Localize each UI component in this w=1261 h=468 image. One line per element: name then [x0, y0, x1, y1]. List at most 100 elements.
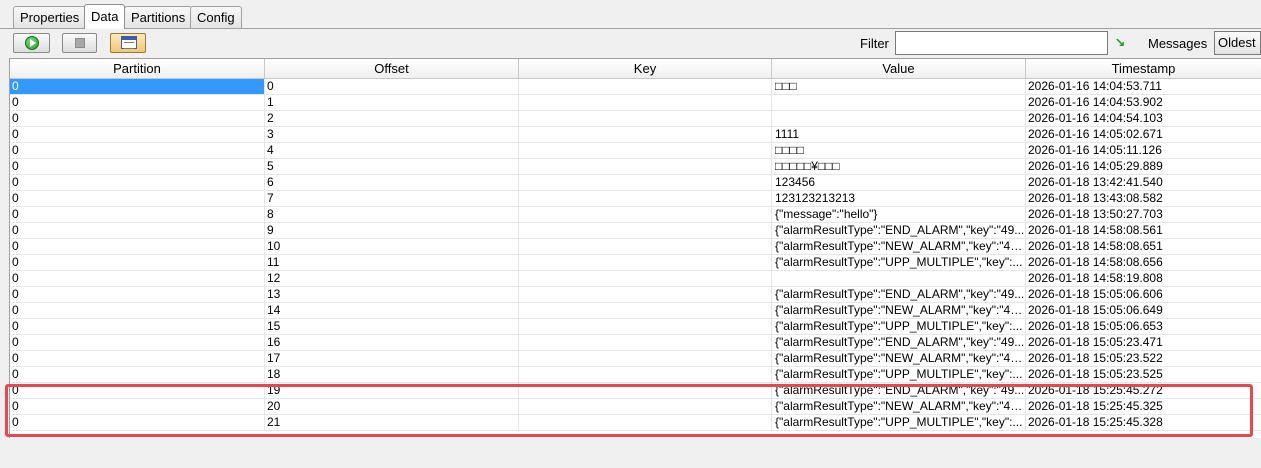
column-header-key[interactable]: Key — [519, 59, 772, 79]
cell-partition: 0 — [10, 223, 265, 239]
table-row[interactable]: 0 6 123456 2026-01-18 13:42:41.540 — [10, 175, 1261, 191]
tab-properties[interactable]: Properties — [13, 6, 87, 28]
table-row[interactable]: 0 16 {"alarmResultType":"END_ALARM","key":… — [10, 335, 1261, 351]
table-row[interactable]: 0 15 {"alarmResultType":"UPP_MULTIPLE","ke… — [10, 319, 1261, 335]
cell-partition: 0 — [10, 111, 265, 127]
cell-key — [519, 335, 772, 351]
cell-offset: 12 — [265, 271, 519, 287]
cell-offset: 21 — [265, 415, 519, 431]
column-header-timestamp[interactable]: Timestamp — [1026, 59, 1261, 79]
cell-offset: 1 — [265, 95, 519, 111]
cell-key — [519, 175, 772, 191]
cell-value — [772, 95, 1026, 111]
cell-partition: 0 — [10, 415, 265, 431]
stop-button[interactable] — [62, 33, 97, 53]
cell-key — [519, 319, 772, 335]
cell-key — [519, 143, 772, 159]
play-icon — [25, 36, 39, 50]
cell-timestamp: 2026-01-18 15:05:23.471 — [1026, 335, 1261, 351]
table-row[interactable]: 0 18 {"alarmResultType":"UPP_MULTIPLE","ke… — [10, 367, 1261, 383]
table-row[interactable]: 0 20 {"alarmResultType":"NEW_ALARM","key":… — [10, 399, 1261, 415]
cell-partition: 0 — [10, 127, 265, 143]
cell-timestamp: 2026-01-16 14:04:53.711 — [1026, 79, 1261, 95]
cell-key — [519, 255, 772, 271]
cell-offset: 2 — [265, 111, 519, 127]
table-row[interactable]: 0 12 2026-01-18 14:58:19.808 — [10, 271, 1261, 287]
tab-bar: Properties Data Partitions Config — [0, 0, 1261, 29]
cell-offset: 18 — [265, 367, 519, 383]
column-header-value[interactable]: Value — [772, 59, 1026, 79]
table-row[interactable]: 0 7 123123213213 2026-01-18 13:43:08.582 — [10, 191, 1261, 207]
cell-offset: 6 — [265, 175, 519, 191]
cell-offset: 14 — [265, 303, 519, 319]
cell-offset: 19 — [265, 383, 519, 399]
cell-partition: 0 — [10, 207, 265, 223]
cell-timestamp: 2026-01-16 14:05:02.671 — [1026, 127, 1261, 143]
table-row[interactable]: 0 4 □□□□ 2026-01-16 14:05:11.126 — [10, 143, 1261, 159]
cell-offset: 11 — [265, 255, 519, 271]
cell-offset: 7 — [265, 191, 519, 207]
table-row[interactable]: 0 13 {"alarmResultType":"END_ALARM","key":… — [10, 287, 1261, 303]
cell-value: {"alarmResultType":"END_ALARM","key":"49… — [772, 223, 1026, 239]
cell-timestamp: 2026-01-18 15:05:06.653 — [1026, 319, 1261, 335]
cell-key — [519, 223, 772, 239]
table-row[interactable]: 0 11 {"alarmResultType":"UPP_MULTIPLE","ke… — [10, 255, 1261, 271]
cell-value: {"alarmResultType":"NEW_ALARM","key":"49… — [772, 239, 1026, 255]
cell-partition: 0 — [10, 383, 265, 399]
cell-partition: 0 — [10, 255, 265, 271]
table-row[interactable]: 0 17 {"alarmResultType":"NEW_ALARM","key":… — [10, 351, 1261, 367]
cell-offset: 5 — [265, 159, 519, 175]
cell-timestamp: 2026-01-18 15:05:06.649 — [1026, 303, 1261, 319]
cell-key — [519, 415, 772, 431]
messages-select[interactable]: Oldest — [1214, 31, 1261, 55]
start-button[interactable] — [13, 33, 50, 53]
table-row[interactable]: 0 19 {"alarmResultType":"END_ALARM","key":… — [10, 383, 1261, 399]
cell-key — [519, 159, 772, 175]
tab-data[interactable]: Data — [84, 4, 126, 29]
cell-value: 123123213213 — [772, 191, 1026, 207]
cell-offset: 15 — [265, 319, 519, 335]
tab-partitions[interactable]: Partitions — [124, 6, 193, 28]
cell-value: □□□□□¥□□□ — [772, 159, 1026, 175]
cell-value: 1111 — [772, 127, 1026, 143]
apply-filter-icon[interactable]: ↘ — [1113, 36, 1127, 50]
cell-key — [519, 207, 772, 223]
cell-value: {"alarmResultType":"UPP_MULTIPLE","key":… — [772, 415, 1026, 431]
cell-timestamp: 2026-01-18 14:58:08.561 — [1026, 223, 1261, 239]
cell-value: {"alarmResultType":"UPP_MULTIPLE","key":… — [772, 255, 1026, 271]
table-row[interactable]: 0 8 {"message":"hello"} 2026-01-18 13:50:27… — [10, 207, 1261, 223]
cell-key — [519, 127, 772, 143]
column-header-partition[interactable]: Partition — [10, 59, 265, 79]
table-row[interactable]: 0 3 1111 2026-01-16 14:05:02.671 — [10, 127, 1261, 143]
messages-label: Messages — [1148, 36, 1208, 51]
cell-value: □□□ — [772, 79, 1026, 95]
cell-key — [519, 303, 772, 319]
view-icon — [121, 36, 137, 49]
data-grid: Partition Offset Key Value Timestamp 0 0 □… — [9, 58, 1261, 438]
table-row[interactable]: 0 5 □□□□□¥□□□ 2026-01-16 14:05:29.889 — [10, 159, 1261, 175]
cell-value: {"message":"hello"} — [772, 207, 1026, 223]
cell-partition: 0 — [10, 367, 265, 383]
toolbar: Filter ↘ Messages Oldest — [0, 29, 1261, 57]
table-row[interactable]: 0 14 {"alarmResultType":"NEW_ALARM","key":… — [10, 303, 1261, 319]
cell-key — [519, 287, 772, 303]
table-row[interactable]: 0 9 {"alarmResultType":"END_ALARM","key":"… — [10, 223, 1261, 239]
table-row[interactable]: 0 1 2026-01-16 14:04:53.902 — [10, 95, 1261, 111]
column-header-offset[interactable]: Offset — [265, 59, 519, 79]
table-row[interactable]: 0 21 {"alarmResultType":"UPP_MULTIPLE","ke… — [10, 415, 1261, 431]
view-toggle-button[interactable] — [110, 33, 146, 53]
cell-value: {"alarmResultType":"NEW_ALARM","key":"49… — [772, 351, 1026, 367]
table-row[interactable]: 0 2 2026-01-16 14:04:54.103 — [10, 111, 1261, 127]
tab-config[interactable]: Config — [190, 6, 242, 28]
cell-timestamp: 2026-01-18 15:05:06.606 — [1026, 287, 1261, 303]
cell-partition: 0 — [10, 399, 265, 415]
table-row[interactable]: 0 0 □□□ 2026-01-16 14:04:53.711 — [10, 79, 1261, 95]
cell-timestamp: 2026-01-18 15:05:23.522 — [1026, 351, 1261, 367]
cell-timestamp: 2026-01-16 14:04:53.902 — [1026, 95, 1261, 111]
cell-partition: 0 — [10, 287, 265, 303]
filter-input[interactable] — [895, 31, 1108, 55]
cell-timestamp: 2026-01-18 13:50:27.703 — [1026, 207, 1261, 223]
table-row[interactable]: 0 10 {"alarmResultType":"NEW_ALARM","key":… — [10, 239, 1261, 255]
cell-timestamp: 2026-01-16 14:04:54.103 — [1026, 111, 1261, 127]
cell-timestamp: 2026-01-18 15:05:23.525 — [1026, 367, 1261, 383]
